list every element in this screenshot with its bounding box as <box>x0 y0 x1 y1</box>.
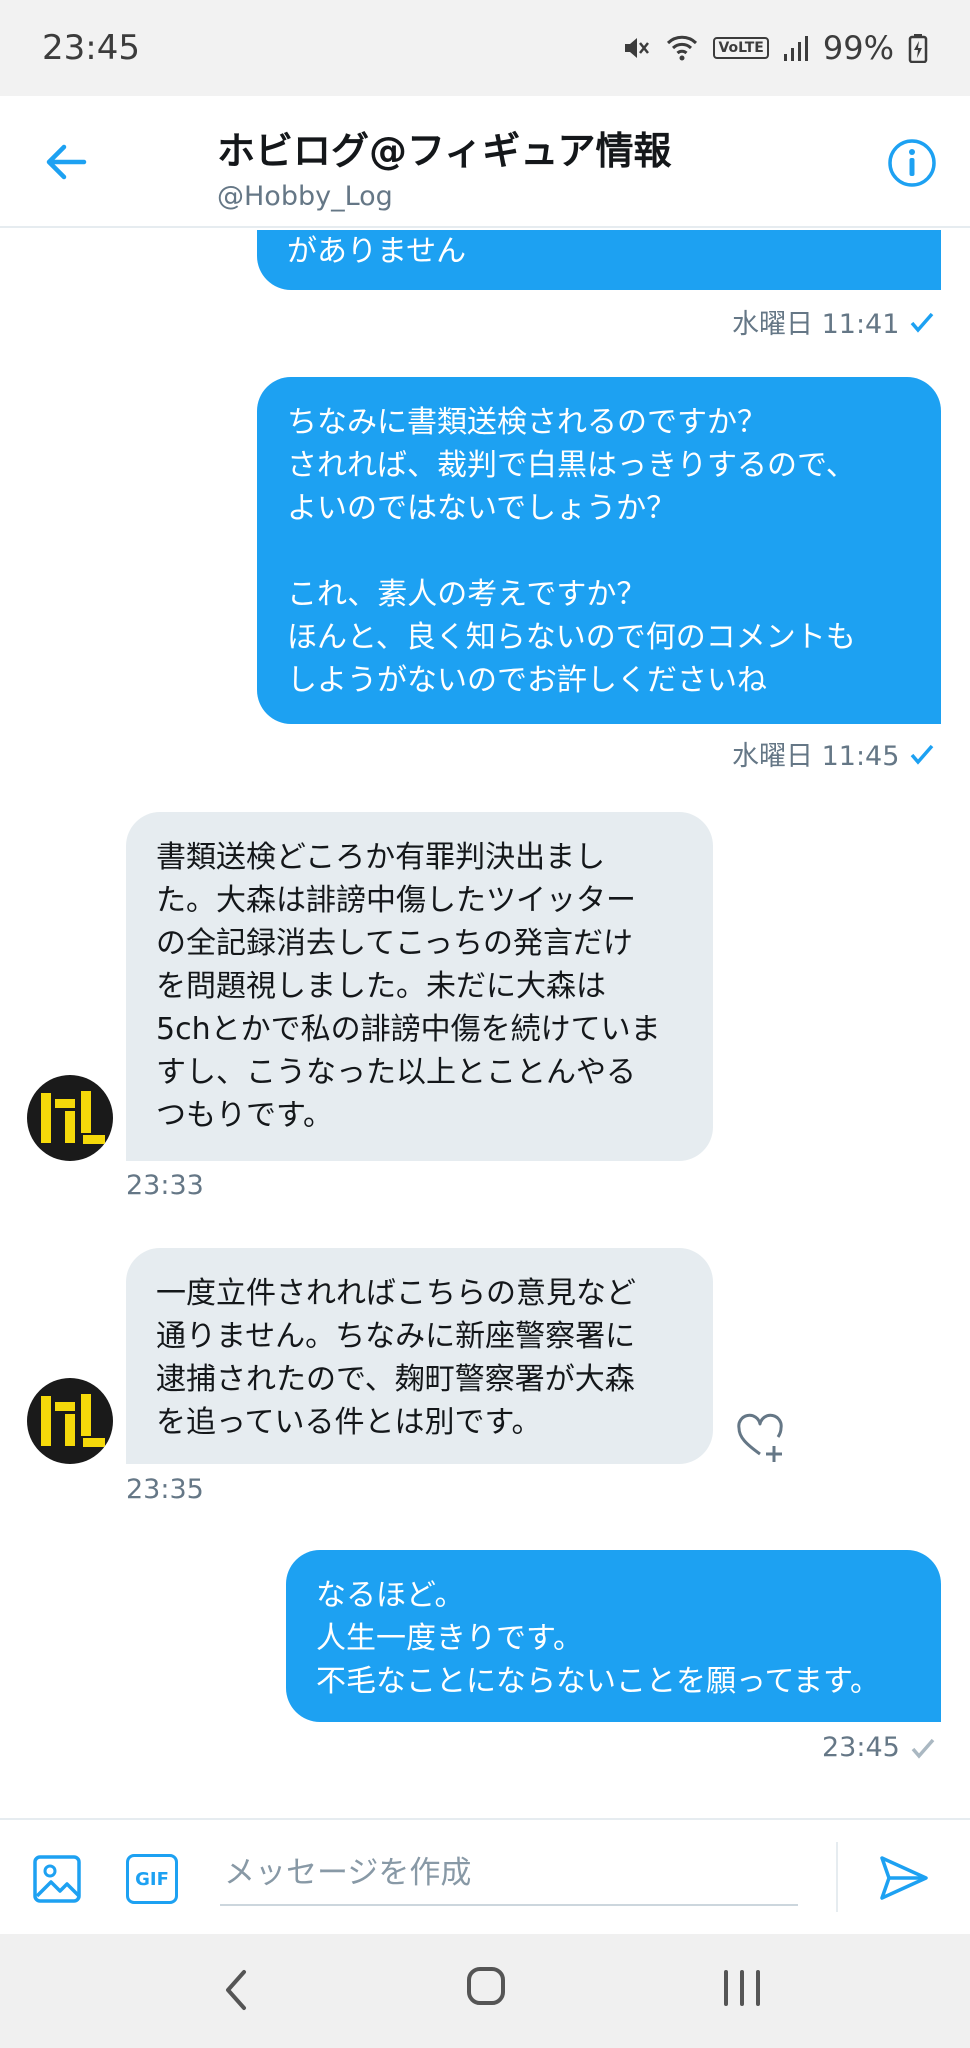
message-line: なるほど。 <box>316 1578 465 1613</box>
message-meta: 水曜日 11:41 <box>732 302 935 341</box>
like-button[interactable] <box>734 1410 790 1466</box>
message-meta: 23:35 <box>126 1474 204 1505</box>
message-line: すし、こうなった以上とことんやる <box>156 1055 636 1090</box>
back-button[interactable] <box>40 136 92 188</box>
message-line: これ、素人の考えですか？ <box>287 577 647 612</box>
message-line: 一度立件されればこちらの意見など <box>156 1276 636 1311</box>
message-line: を追っている件とは別です。 <box>156 1405 542 1440</box>
message-time: 水曜日 11:41 <box>732 309 900 340</box>
conversation-handle: @Hobby_Log <box>217 181 393 212</box>
message-composer: GIF <box>0 1818 970 1934</box>
battery-charging-icon <box>908 33 928 63</box>
message-line: 人生一度きりです。 <box>316 1621 583 1656</box>
chevron-left-icon <box>226 1970 246 2010</box>
system-home-button[interactable] <box>466 1966 506 2006</box>
message-line: つもりです。 <box>156 1098 333 1133</box>
avatar[interactable] <box>27 1075 113 1161</box>
wifi-icon <box>665 33 699 63</box>
message-line: の全記録消去してこっちの発言だけ <box>156 926 633 961</box>
heart-plus-icon <box>737 1413 783 1462</box>
check-icon <box>911 312 934 333</box>
message-time: 23:45 <box>822 1732 900 1763</box>
status-bar: 23:45 VoLTE 99% <box>0 0 970 96</box>
mute-icon <box>621 33 651 63</box>
system-navigation-bar <box>0 1934 970 2048</box>
check-icon <box>911 1738 935 1759</box>
arrow-left-icon <box>46 144 87 180</box>
status-icons: VoLTE 99% <box>621 29 928 67</box>
message-line: ほんと、良く知らないので何のコメントも <box>287 620 856 655</box>
send-button[interactable] <box>876 1850 932 1906</box>
message-bubble-sent[interactable]: なるほど。 人生一度きりです。 不毛なことにならないことを願ってます。 <box>286 1550 941 1722</box>
message-line: を問題視しました。未だに大森は <box>156 969 606 1004</box>
dm-screen: 23:45 VoLTE 99% ホビログ@フィギュア情報 @Hobby_Log <box>0 0 970 2048</box>
recents-icon <box>724 1970 760 2006</box>
gif-button[interactable]: GIF <box>126 1854 178 1904</box>
message-time: 水曜日 11:45 <box>732 741 900 772</box>
message-bubble-received[interactable]: 一度立件されればこちらの意見など 通りません。ちなみに新座警察署に 逮捕されたの… <box>126 1248 713 1464</box>
message-time: 23:33 <box>126 1170 204 1201</box>
conversation-title-group[interactable]: ホビログ@フィギュア情報 @Hobby_Log <box>217 120 671 212</box>
add-media-button[interactable] <box>32 1854 82 1904</box>
info-button[interactable] <box>887 138 937 188</box>
home-icon <box>467 1967 505 2005</box>
message-line: た。大森は誹謗中傷したツイッター <box>156 883 636 918</box>
message-meta: 水曜日 11:45 <box>732 734 935 773</box>
send-icon <box>880 1856 928 1900</box>
system-back-button[interactable] <box>216 1964 256 2016</box>
message-input[interactable] <box>220 1842 798 1906</box>
info-icon <box>888 139 936 187</box>
message-line: 通りません。ちなみに新座警察署に <box>156 1319 636 1354</box>
message-line: しようがないのでお許しくださいね <box>287 663 767 698</box>
message-line: されれば、裁判で白黒はっきりするので、 <box>287 448 856 483</box>
message-meta: 23:33 <box>126 1170 204 1201</box>
message-line: よいのではないでしょうか？ <box>287 491 677 526</box>
message-line: 不毛なことにならないことを願ってます。 <box>316 1664 880 1699</box>
message-line <box>287 530 911 573</box>
message-list[interactable]: がありません 水曜日 11:41 ちなみに書類送検されるのですか？ されれば、裁… <box>0 230 970 1820</box>
system-recents-button[interactable] <box>720 1962 764 2014</box>
check-icon <box>911 744 934 765</box>
message-line: 書類送検どころか有罪判決出まし <box>156 840 606 875</box>
message-line: ちなみに書類送検されるのですか？ <box>287 405 767 440</box>
message-bubble-sent[interactable]: がありません <box>257 230 941 290</box>
composer-divider <box>836 1842 838 1912</box>
image-icon <box>33 1855 81 1903</box>
message-line: 5chとかで私の誹謗中傷を続けていま <box>156 1012 661 1047</box>
message-line: がありません <box>287 234 467 269</box>
conversation-title: ホビログ@フィギュア情報 <box>217 129 672 173</box>
message-meta: 23:45 <box>822 1732 936 1763</box>
message-bubble-sent[interactable]: ちなみに書類送検されるのですか？ されれば、裁判で白黒はっきりするので、 よいの… <box>257 377 941 724</box>
message-line: 逮捕されたので、麹町警察署が大森 <box>156 1362 635 1397</box>
message-bubble-received[interactable]: 書類送検どころか有罪判決出まし た。大森は誹謗中傷したツイッター の全記録消去し… <box>126 812 713 1161</box>
volte-icon: VoLTE <box>713 37 769 59</box>
message-time: 23:35 <box>126 1474 204 1505</box>
avatar[interactable] <box>27 1378 113 1464</box>
battery-percent: 99% <box>822 29 894 67</box>
signal-icon <box>783 34 809 62</box>
conversation-header: ホビログ@フィギュア情報 @Hobby_Log <box>0 96 970 228</box>
status-time: 23:45 <box>42 28 140 68</box>
